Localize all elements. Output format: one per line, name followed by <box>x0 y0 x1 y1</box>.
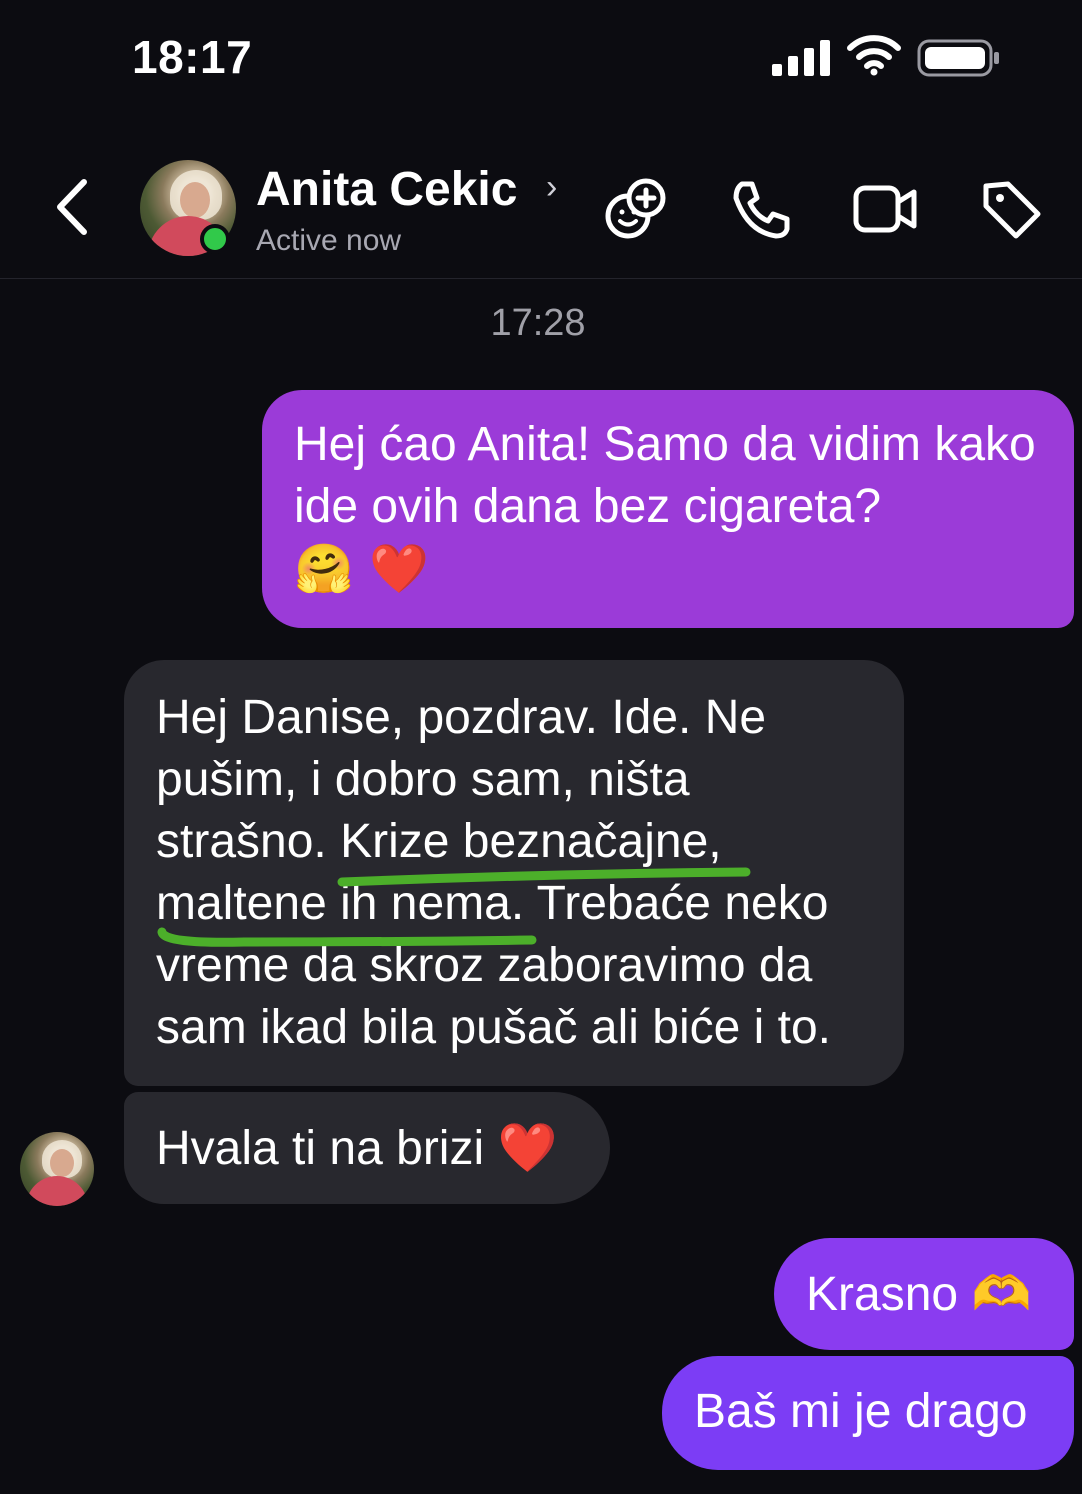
outgoing-message-bubble[interactable]: Hej ćao Anita! Samo da vidim kako ide ov… <box>262 390 1074 628</box>
battery-icon <box>916 36 1002 78</box>
hug-heart-emoji: 🤗 ❤️ <box>294 541 429 597</box>
cellular-signal-icon <box>770 38 830 76</box>
message-text: Krasno <box>806 1268 959 1321</box>
wifi-icon <box>846 34 902 76</box>
message-text: Hvala ti na brizi <box>156 1122 485 1175</box>
heart-hands-emoji: 🫶 <box>971 1266 1032 1322</box>
incoming-message-bubble[interactable]: Hvala ti na brizi ❤️ <box>124 1092 610 1204</box>
message-text: Baš mi je drago <box>694 1385 1028 1438</box>
message-text: Hej ćao Anita! Samo da vidim kako ide ov… <box>294 418 1050 533</box>
effects-add-icon[interactable] <box>602 176 668 242</box>
chevron-right-icon[interactable]: › <box>546 168 557 207</box>
heart-emoji: ❤️ <box>497 1120 558 1176</box>
chat-timestamp: 17:28 <box>490 302 586 344</box>
back-chevron-icon[interactable] <box>48 172 98 242</box>
contact-name[interactable]: Anita Cekic <box>256 162 517 217</box>
outgoing-message-bubble[interactable]: Baš mi je drago <box>662 1356 1074 1470</box>
online-status-dot <box>200 224 230 254</box>
contact-active-status: Active now <box>256 224 402 257</box>
phone-icon[interactable] <box>728 176 794 242</box>
incoming-message-bubble[interactable]: Hej Danise, pozdrav. Ide. Ne pušim, i do… <box>124 660 904 1086</box>
tag-icon[interactable] <box>978 176 1044 242</box>
contact-avatar-small[interactable] <box>20 1132 94 1206</box>
outgoing-message-bubble[interactable]: Krasno 🫶 <box>774 1238 1074 1350</box>
video-camera-icon[interactable] <box>852 176 918 242</box>
message-text: Hej Danise, pozdrav. Ide. Ne pušim, i do… <box>156 691 842 1054</box>
status-bar-time: 18:17 <box>132 31 253 83</box>
